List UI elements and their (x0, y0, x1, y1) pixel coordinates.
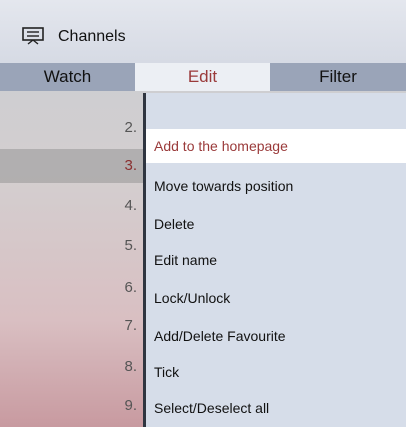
menu-item-label: Add/Delete Favourite (154, 328, 286, 344)
menu-item-favourite[interactable]: Add/Delete Favourite (146, 319, 406, 353)
channel-row[interactable]: 6. (0, 271, 145, 305)
menu-item-label: Select/Deselect all (154, 400, 270, 416)
edit-menu: Add to the homepage Move towards positio… (143, 93, 406, 427)
channel-row[interactable]: 2. (0, 111, 145, 145)
tab-edit[interactable]: Edit (135, 63, 270, 91)
menu-item-select-all[interactable]: Select/Deselect all (146, 391, 406, 425)
channel-list: 2. 3. 4. 5. 6. 7. 8. 9. (0, 91, 145, 427)
channel-number: 4. (124, 197, 137, 214)
menu-item-add-to-homepage[interactable]: Add to the homepage (146, 129, 406, 163)
menu-item-label: Delete (154, 216, 195, 232)
menu-item-edit-name[interactable]: Edit name (146, 243, 406, 277)
channel-number: 8. (124, 358, 137, 375)
menu-item-tick[interactable]: Tick (146, 355, 406, 389)
menu-item-label: Edit name (154, 252, 218, 268)
channel-row[interactable]: 4. (0, 189, 145, 223)
channel-number: 3. (124, 157, 137, 174)
menu-item-label: Move towards position (154, 178, 294, 194)
channel-row[interactable]: 8. (0, 350, 145, 384)
channel-row[interactable]: 9. (0, 389, 145, 423)
menu-item-delete[interactable]: Delete (146, 207, 406, 241)
channel-row[interactable]: 7. (0, 309, 145, 343)
tab-watch[interactable]: Watch (0, 63, 135, 91)
channel-number: 9. (124, 397, 137, 414)
channel-number: 6. (124, 279, 137, 296)
channel-number: 2. (124, 119, 137, 136)
menu-item-label: Tick (154, 364, 180, 380)
title-bar: Channels (0, 0, 406, 63)
menu-item-move-position[interactable]: Move towards position (146, 169, 406, 203)
tv-list-icon (22, 27, 44, 45)
menu-item-label: Add to the homepage (154, 138, 288, 154)
menu-item-label: Lock/Unlock (154, 290, 231, 306)
tab-filter[interactable]: Filter (270, 63, 406, 91)
channel-row-selected[interactable]: 3. (0, 149, 145, 183)
menu-item-lock-unlock[interactable]: Lock/Unlock (146, 281, 406, 315)
channel-number: 5. (124, 237, 137, 254)
channel-row[interactable]: 5. (0, 229, 145, 263)
page-title: Channels (58, 28, 126, 45)
channel-number: 7. (124, 317, 137, 334)
tab-bar: Watch Edit Filter (0, 63, 406, 91)
